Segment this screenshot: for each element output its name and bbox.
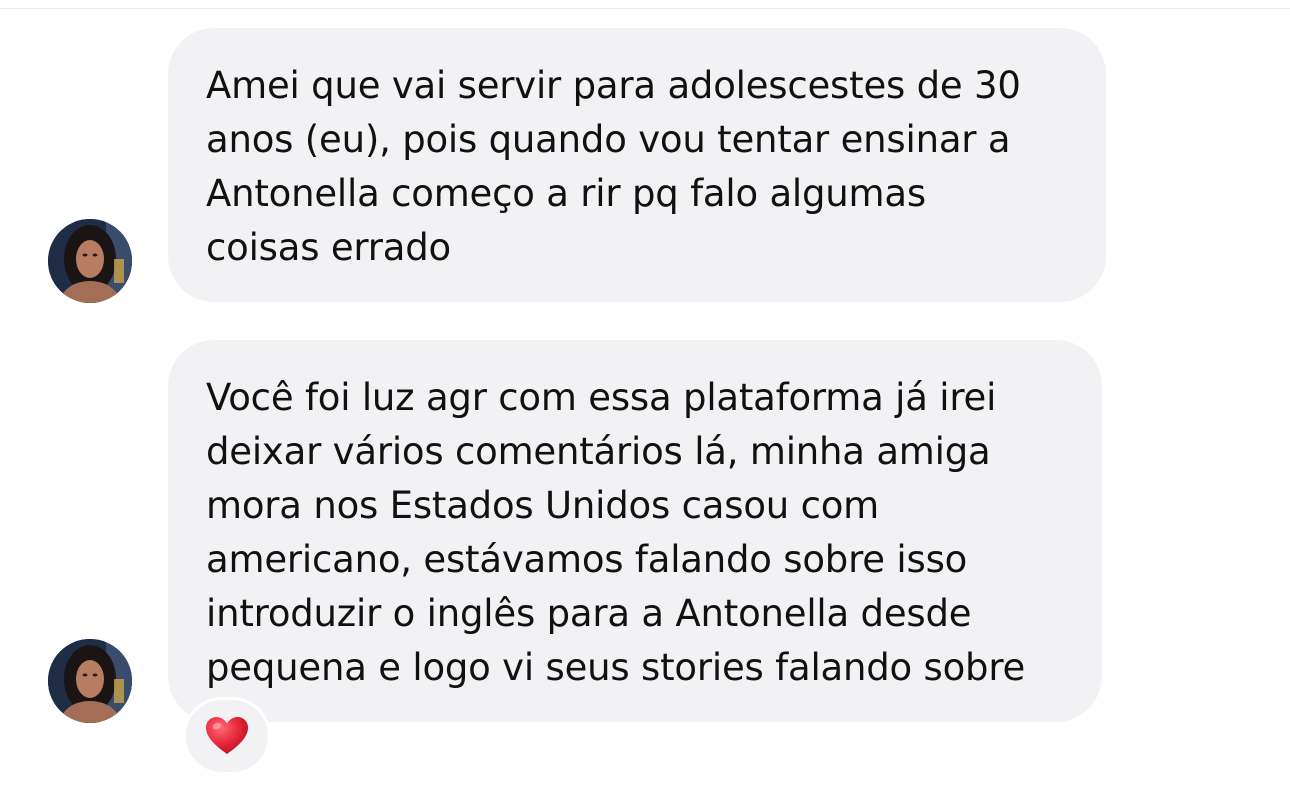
message-text-line: anos (eu), pois quando vou tentar ensina…: [206, 118, 1011, 161]
reaction-badge[interactable]: [183, 697, 271, 775]
sender-avatar[interactable]: [48, 639, 132, 723]
avatar-photo-icon: [48, 219, 132, 303]
message-text-line: deixar vários comentários lá, minha amig…: [206, 430, 991, 473]
top-divider: [0, 8, 1290, 9]
message-bubble[interactable]: Você foi luz agr com essa plataforma já …: [168, 340, 1102, 722]
message-text-line: mora nos Estados Unidos casou com: [206, 484, 879, 527]
message-text-line: americano, estávamos falando sobre isso: [206, 538, 968, 581]
message-text-line: Você foi luz agr com essa plataforma já …: [206, 376, 997, 419]
message-text-line: Amei que vai servir para adolescestes de…: [206, 64, 1021, 107]
message-text-line: Antonella começo a rir pq falo algumas: [206, 172, 926, 215]
message-text-line: pequena e logo vi seus stories falando s…: [206, 646, 1026, 689]
message-bubble[interactable]: Amei que vai servir para adolescestes de…: [168, 28, 1106, 302]
red-heart-icon: [206, 717, 248, 754]
sender-avatar[interactable]: [48, 219, 132, 303]
message-text-line: coisas errado: [206, 226, 451, 269]
message-text-line: introduzir o inglês para a Antonella des…: [206, 592, 972, 635]
avatar-photo-icon: [48, 639, 132, 723]
